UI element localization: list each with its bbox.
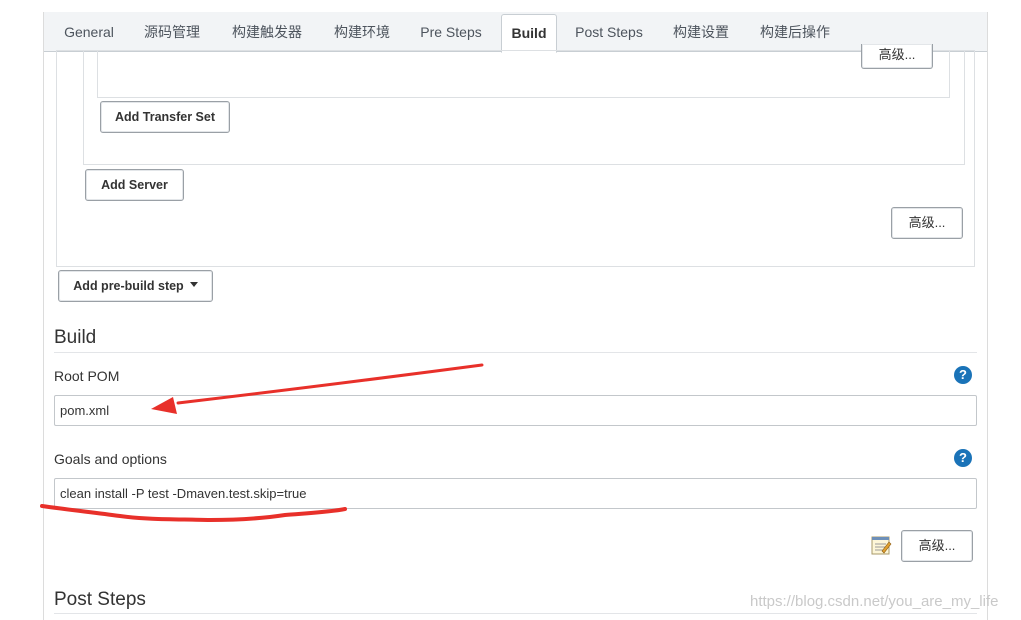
- server-advanced-button[interactable]: 高级...: [891, 207, 963, 239]
- caret-down-icon: [189, 282, 198, 288]
- tab-post-build-actions[interactable]: 构建后操作: [751, 12, 839, 52]
- watermark: https://blog.csdn.net/you_are_my_life: [750, 593, 999, 610]
- tab-source-control[interactable]: 源码管理: [136, 12, 208, 52]
- root-pom-input[interactable]: [54, 395, 977, 426]
- tab-build-triggers[interactable]: 构建触发器: [224, 12, 310, 52]
- tab-build[interactable]: Build: [501, 14, 557, 53]
- tab-bar: General 源码管理 构建触发器 构建环境 Pre Steps Build …: [44, 12, 987, 53]
- transfer-set-box: [97, 50, 950, 98]
- root-pom-label: Root POM: [54, 368, 120, 384]
- tab-general[interactable]: General: [54, 12, 124, 52]
- goals-options-help-icon[interactable]: ?: [954, 449, 972, 467]
- add-transfer-set-button[interactable]: Add Transfer Set: [100, 101, 230, 133]
- build-section-title: Build: [54, 327, 97, 348]
- goals-options-input[interactable]: [54, 478, 977, 509]
- post-steps-section-title: Post Steps: [54, 589, 146, 610]
- tab-build-environment[interactable]: 构建环境: [326, 12, 398, 52]
- add-pre-build-step-label: Add pre-build step: [73, 279, 184, 293]
- tab-post-steps[interactable]: Post Steps: [570, 12, 648, 52]
- add-server-button[interactable]: Add Server: [85, 169, 184, 201]
- tab-pre-steps[interactable]: Pre Steps: [414, 12, 488, 52]
- root-pom-help-icon[interactable]: ?: [954, 366, 972, 384]
- notepad-icon[interactable]: [870, 534, 892, 556]
- tab-build-settings[interactable]: 构建设置: [664, 12, 738, 52]
- post-steps-section-divider: [54, 613, 977, 614]
- goals-options-label: Goals and options: [54, 451, 167, 467]
- build-section-divider: [54, 352, 977, 353]
- add-pre-build-step-button[interactable]: Add pre-build step: [58, 270, 213, 302]
- build-advanced-button[interactable]: 高级...: [901, 530, 973, 562]
- transfer-advanced-button[interactable]: 高级...: [861, 44, 933, 69]
